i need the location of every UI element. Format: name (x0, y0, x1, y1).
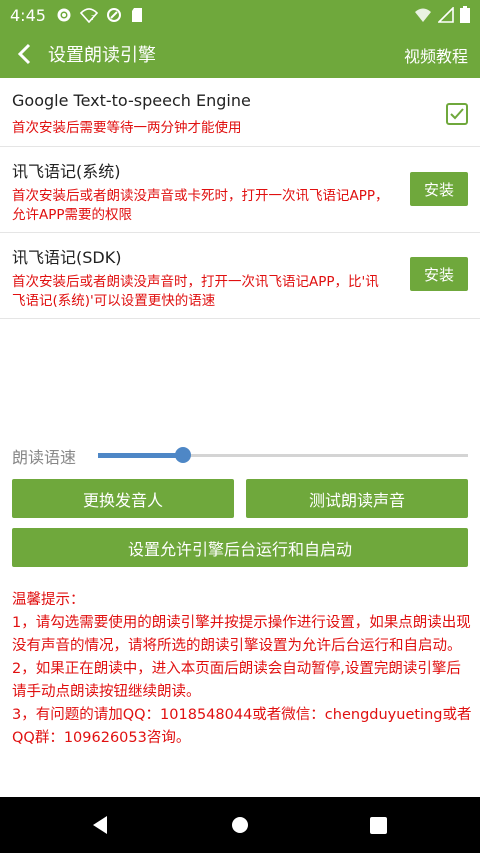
back-arrow-icon (17, 43, 31, 65)
tips-title: 温馨提示： (12, 592, 85, 608)
engine-description: 首次安装后或者朗读没声音时，打开一次讯飞语记APP，比'讯飞语记(系统)'可以设… (12, 274, 379, 309)
back-button[interactable] (2, 30, 46, 78)
install-button[interactable]: 安装 (410, 257, 468, 291)
allow-background-button[interactable]: 设置允许引擎后台运行和自启动 (12, 528, 468, 567)
nav-recents-button[interactable] (366, 813, 390, 837)
status-left-icons: ? (56, 7, 144, 23)
page-title: 设置朗读引擎 (48, 45, 156, 66)
engine-name: Google Text-to-speech Engine (12, 91, 251, 110)
speed-label: 朗读语速 (12, 448, 77, 467)
engine-checkbox[interactable] (446, 103, 468, 125)
battery-icon (460, 6, 470, 23)
tip-line: 3，有问题的请加QQ：1018548044或者微信：chengduyueting… (12, 707, 472, 746)
status-time: 4:45 (10, 5, 46, 25)
app-bar: 设置朗读引擎 视频教程 (0, 30, 480, 78)
back-triangle-icon (93, 816, 107, 834)
signal-icon (438, 6, 454, 23)
engine-description: 首次安装后需要等待一两分钟才能使用 (12, 120, 242, 136)
tip-line: 1，请勾选需要使用的朗读引擎并按提示操作进行设置，如果点朗读出现没有声音的情况，… (12, 615, 471, 654)
sync-icon (106, 8, 121, 22)
slider-fill (98, 453, 184, 458)
svg-text:?: ? (91, 14, 95, 22)
status-right-icons (414, 6, 470, 23)
settings-icon (57, 8, 71, 22)
tip-line: 2，如果正在朗读中，进入本页面后朗读会自动暂停,设置完朗读引擎后请手动点朗读按钮… (12, 661, 461, 700)
engine-description: 首次安装后或者朗读没声音或卡死时，打开一次讯飞语记APP，允许APP需要的权限 (12, 188, 389, 223)
engine-item-xunfei-sdk[interactable]: 讯飞语记(SDK) 首次安装后或者朗读没声音时，打开一次讯飞语记APP，比'讯飞… (0, 233, 480, 319)
change-voice-button[interactable]: 更换发音人 (12, 479, 234, 518)
install-button[interactable]: 安装 (410, 172, 468, 206)
engine-name: 讯飞语记(SDK) (12, 248, 122, 267)
engine-item-xunfei-system[interactable]: 讯飞语记(系统) 首次安装后或者朗读没声音或卡死时，打开一次讯飞语记APP，允许… (0, 147, 480, 233)
video-tutorial-link[interactable]: 视频教程 (404, 43, 468, 67)
tips-section: 温馨提示： 1，请勾选需要使用的朗读引擎并按提示操作进行设置，如果点朗读出现没有… (12, 589, 472, 750)
navigation-bar (0, 797, 480, 853)
checkmark-icon (450, 108, 464, 120)
test-voice-button[interactable]: 测试朗读声音 (246, 479, 468, 518)
nav-back-button[interactable] (88, 814, 112, 836)
slider-thumb[interactable] (175, 447, 192, 463)
speed-slider[interactable] (98, 447, 468, 463)
engine-item-google[interactable]: Google Text-to-speech Engine 首次安装后需要等待一两… (0, 78, 480, 147)
wifi-icon (415, 8, 431, 22)
status-bar: 4:45 ? (0, 0, 480, 30)
home-circle-icon (232, 817, 248, 833)
nav-home-button[interactable] (228, 813, 252, 837)
recents-square-icon (369, 816, 387, 834)
wifi-question-icon: ? (79, 8, 98, 23)
sd-card-icon (131, 8, 142, 22)
engine-name: 讯飞语记(系统) (12, 162, 121, 181)
